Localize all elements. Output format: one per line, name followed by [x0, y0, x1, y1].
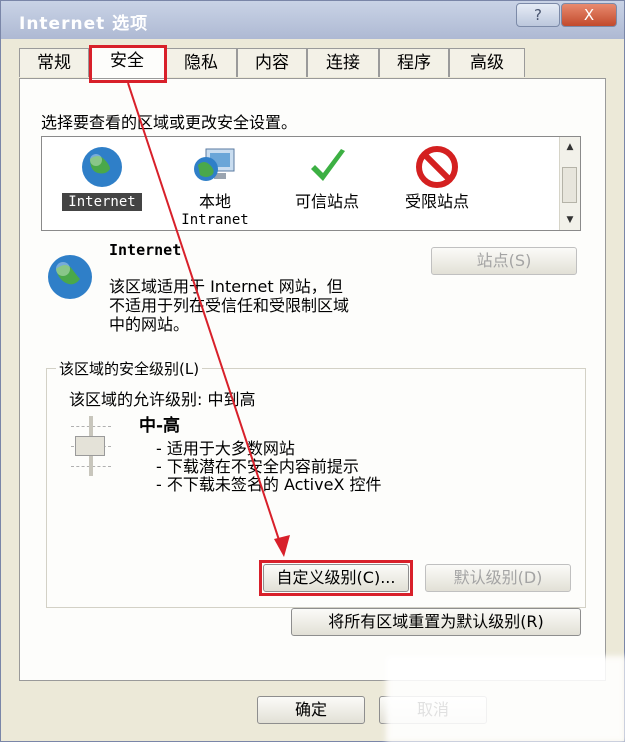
zone-intranet[interactable]: 本地 Intranet [170, 145, 260, 229]
zone-internet-label: Internet [62, 193, 142, 211]
globe-icon [82, 147, 122, 187]
zone-restricted[interactable]: 受限站点 [392, 145, 482, 211]
blur-overlay [386, 656, 625, 743]
tab-advanced[interactable]: 高级 [449, 48, 525, 77]
tab-content[interactable]: 内容 [237, 48, 307, 77]
zone-list-scrollbar[interactable]: ▲ ▼ [559, 137, 580, 230]
ok-button[interactable]: 确定 [257, 696, 365, 724]
tab-privacy[interactable]: 隐私 [165, 48, 237, 77]
scroll-up-arrow-icon[interactable]: ▲ [562, 139, 578, 155]
internet-options-dialog: Internet 选项 ? X 常规 安全 隐私 内容 连接 程序 高级 选择要… [0, 0, 625, 743]
zone-intranet-label-1: 本地 [198, 192, 231, 211]
prohibited-icon [416, 146, 458, 188]
checkmark-icon [311, 149, 345, 181]
slider-thumb[interactable] [75, 436, 105, 456]
scroll-thumb[interactable] [562, 167, 577, 203]
zone-internet[interactable]: Internet [62, 145, 142, 211]
zone-trusted[interactable]: 可信站点 [282, 145, 372, 211]
highlight-security-tab [89, 45, 167, 83]
tab-connections[interactable]: 连接 [307, 48, 379, 77]
close-button[interactable]: X [561, 3, 617, 27]
title-bar[interactable]: Internet 选项 ? X [1, 1, 624, 39]
window-title: Internet 选项 [19, 14, 149, 34]
zone-title: Internet [109, 241, 182, 259]
security-level-slider[interactable] [63, 416, 119, 476]
globe-icon [48, 255, 92, 299]
highlight-custom-level [259, 560, 413, 596]
security-level-name: 中-高 [139, 416, 181, 436]
allowed-level-text: 该区域的允许级别: 中到高 [69, 390, 256, 409]
reset-all-zones-button[interactable]: 将所有区域重置为默认级别(R) [291, 608, 581, 636]
security-level-group-label: 该区域的安全级别(L) [56, 358, 203, 379]
zone-intranet-label-2: Intranet [181, 212, 249, 228]
zone-restricted-label: 受限站点 [404, 192, 469, 211]
zone-list: Internet 本地 Intranet 可信站点 受限站点 ▲ ▼ [41, 136, 581, 231]
sites-button[interactable]: 站点(S) [431, 247, 577, 275]
help-button[interactable]: ? [516, 3, 560, 27]
zone-instruction: 选择要查看的区域或更改安全设置。 [41, 113, 298, 132]
tab-general[interactable]: 常规 [19, 48, 89, 77]
level-bullet-3: - 不下载未签名的 ActiveX 控件 [156, 475, 382, 494]
computer-globe-icon [194, 148, 235, 181]
zone-description-line3: 中的网站。 [109, 315, 190, 334]
tab-programs[interactable]: 程序 [379, 48, 449, 77]
zone-trusted-label: 可信站点 [294, 192, 359, 211]
scroll-down-arrow-icon[interactable]: ▼ [562, 212, 578, 228]
default-level-button[interactable]: 默认级别(D) [425, 564, 571, 592]
